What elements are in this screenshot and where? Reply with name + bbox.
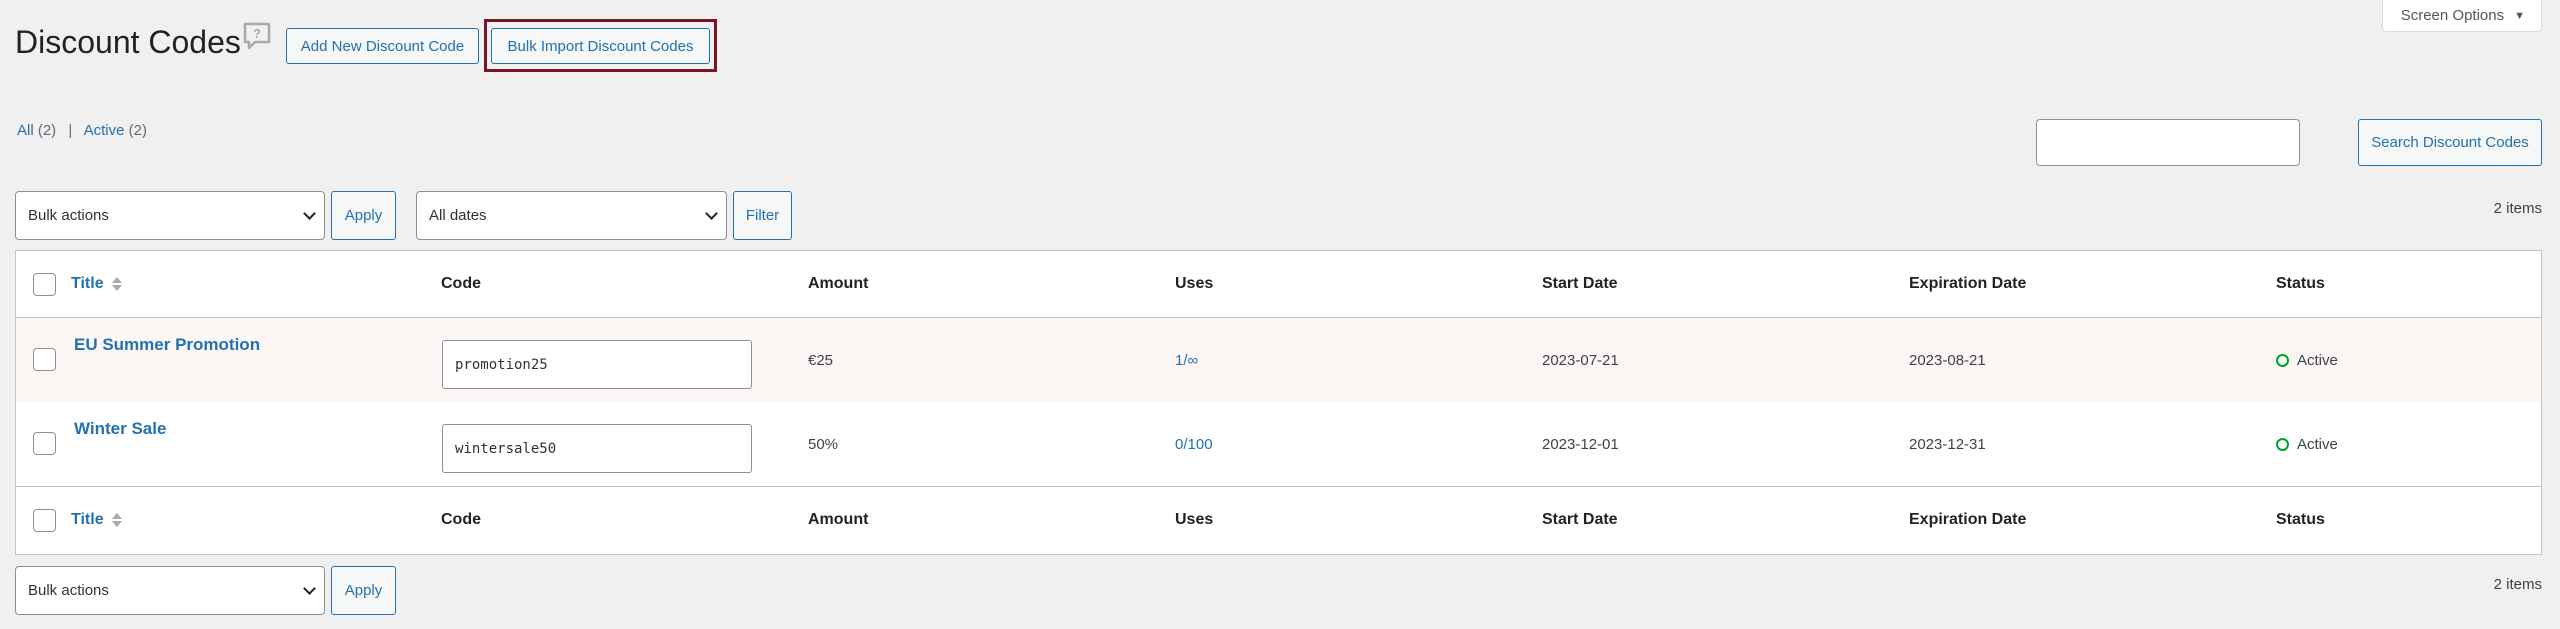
chevron-down-icon xyxy=(303,581,316,595)
items-count-bottom: 2 items xyxy=(2493,576,2542,593)
apply-button-bottom[interactable]: Apply xyxy=(331,566,396,615)
status-filter-links: All (2) | Active (2) xyxy=(17,122,147,139)
bulk-import-discount-codes-button[interactable]: Bulk Import Discount Codes xyxy=(491,28,710,64)
discount-codes-table: Title Code Amount Uses Start Date Expira… xyxy=(15,250,2542,555)
row-amount: €25 xyxy=(808,352,834,369)
bulk-actions-value: Bulk actions xyxy=(28,207,109,224)
sort-icon xyxy=(111,277,122,291)
column-amount-header: Amount xyxy=(808,275,869,292)
status-badge: Active xyxy=(2276,352,2338,369)
column-code-footer: Code xyxy=(441,511,481,528)
filter-active-count: (2) xyxy=(128,122,147,139)
column-uses-header: Uses xyxy=(1175,275,1214,292)
select-all-checkbox-footer[interactable] xyxy=(33,509,56,532)
table-header-row: Title Code Amount Uses Start Date Expira… xyxy=(16,251,2541,318)
row-uses-link[interactable]: 1/∞ xyxy=(1175,352,1198,369)
search-discount-codes-button[interactable]: Search Discount Codes xyxy=(2358,119,2542,166)
column-status-header: Status xyxy=(2276,275,2325,292)
items-count-top: 2 items xyxy=(2493,200,2542,217)
column-start-date-header: Start Date xyxy=(1542,275,1618,292)
status-active-icon xyxy=(2276,438,2289,451)
apply-button-top[interactable]: Apply xyxy=(331,191,396,240)
column-title-footer[interactable]: Title xyxy=(71,511,122,529)
filter-button[interactable]: Filter xyxy=(733,191,792,240)
row-start-date: 2023-12-01 xyxy=(1542,436,1619,453)
column-uses-footer: Uses xyxy=(1175,511,1214,528)
column-expiration-date-footer: Expiration Date xyxy=(1909,511,2027,528)
bulk-actions-select-top[interactable]: Bulk actions xyxy=(15,191,325,240)
screen-options-label: Screen Options xyxy=(2400,7,2505,24)
chevron-down-icon xyxy=(705,206,718,220)
column-code-header: Code xyxy=(441,275,481,292)
filter-active-link[interactable]: Active xyxy=(84,122,125,139)
help-icon[interactable]: ? xyxy=(241,20,273,52)
status-badge: Active xyxy=(2276,436,2338,453)
search-input[interactable] xyxy=(2036,119,2300,166)
caret-down-icon: ▼ xyxy=(2514,9,2525,22)
column-expiration-date-header: Expiration Date xyxy=(1909,275,2027,292)
add-new-discount-code-button[interactable]: Add New Discount Code xyxy=(286,28,479,64)
column-title-header[interactable]: Title xyxy=(71,275,122,293)
column-start-date-footer: Start Date xyxy=(1542,511,1618,528)
status-label: Active xyxy=(2297,436,2338,453)
row-start-date: 2023-07-21 xyxy=(1542,352,1619,369)
dates-select[interactable]: All dates xyxy=(416,191,727,240)
chevron-down-icon xyxy=(303,206,316,220)
sort-icon xyxy=(111,513,122,527)
svg-text:?: ? xyxy=(253,26,261,41)
filter-separator: | xyxy=(68,122,73,139)
status-active-icon xyxy=(2276,354,2289,367)
column-title-label: Title xyxy=(71,275,104,292)
column-status-footer: Status xyxy=(2276,511,2325,528)
table-row: Winter Sale wintersale50 50% 0/100 2023-… xyxy=(16,402,2541,486)
code-field[interactable]: promotion25 xyxy=(442,340,752,389)
filter-all-count: (2) xyxy=(37,122,57,139)
bulk-actions-select-bottom[interactable]: Bulk actions xyxy=(15,566,325,615)
row-checkbox[interactable] xyxy=(33,348,56,371)
row-checkbox[interactable] xyxy=(33,432,56,455)
row-expiration-date: 2023-08-21 xyxy=(1909,352,1986,369)
column-amount-footer: Amount xyxy=(808,511,869,528)
bulk-actions-value: Bulk actions xyxy=(28,582,109,599)
code-field[interactable]: wintersale50 xyxy=(442,424,752,473)
row-expiration-date: 2023-12-31 xyxy=(1909,436,1986,453)
table-row: EU Summer Promotion promotion25 €25 1/∞ … xyxy=(16,318,2541,402)
row-uses-link[interactable]: 0/100 xyxy=(1175,436,1213,453)
screen-options-button[interactable]: Screen Options ▼ xyxy=(2381,0,2542,32)
page-title: Discount Codes xyxy=(15,24,241,60)
filter-all-link[interactable]: All xyxy=(17,122,34,139)
row-title-link[interactable]: EU Summer Promotion xyxy=(74,335,260,355)
status-label: Active xyxy=(2297,352,2338,369)
row-amount: 50% xyxy=(808,436,839,453)
row-title-link[interactable]: Winter Sale xyxy=(74,419,166,439)
dates-value: All dates xyxy=(429,207,487,224)
column-title-label: Title xyxy=(71,511,104,528)
select-all-checkbox[interactable] xyxy=(33,273,56,296)
table-footer-row: Title Code Amount Uses Start Date Expira… xyxy=(16,486,2541,555)
